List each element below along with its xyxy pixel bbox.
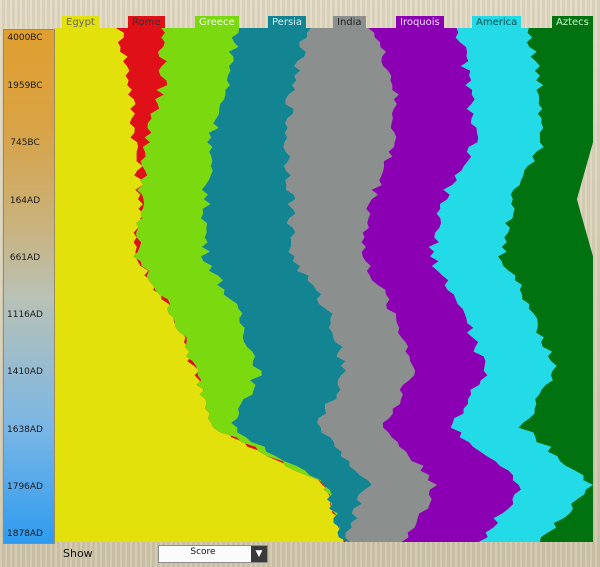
timeline-label-7: 1638AD	[7, 425, 43, 435]
chevron-down-icon[interactable]: ▼	[251, 546, 267, 562]
timeline-label-9: 1878AD	[7, 529, 43, 539]
timeline-label-2: 745BC	[10, 138, 40, 148]
timeline-label-1: 1959BC	[7, 81, 43, 91]
timeline-bar	[3, 29, 55, 544]
timeline-label-0: 4000BC	[7, 33, 43, 43]
bottom-toolbar: Show Score ▼	[55, 543, 595, 565]
score-stream-chart	[55, 28, 593, 542]
show-select[interactable]: Score ▼	[158, 545, 268, 563]
timeline-label-6: 1410AD	[7, 367, 43, 377]
timeline-label-3: 164AD	[9, 196, 41, 206]
timeline-label-8: 1796AD	[7, 482, 43, 492]
show-select-value: Score	[190, 547, 216, 557]
timeline-label-4: 661AD	[9, 253, 41, 263]
timeline-label-5: 1116AD	[7, 310, 43, 320]
show-label: Show	[63, 547, 93, 560]
